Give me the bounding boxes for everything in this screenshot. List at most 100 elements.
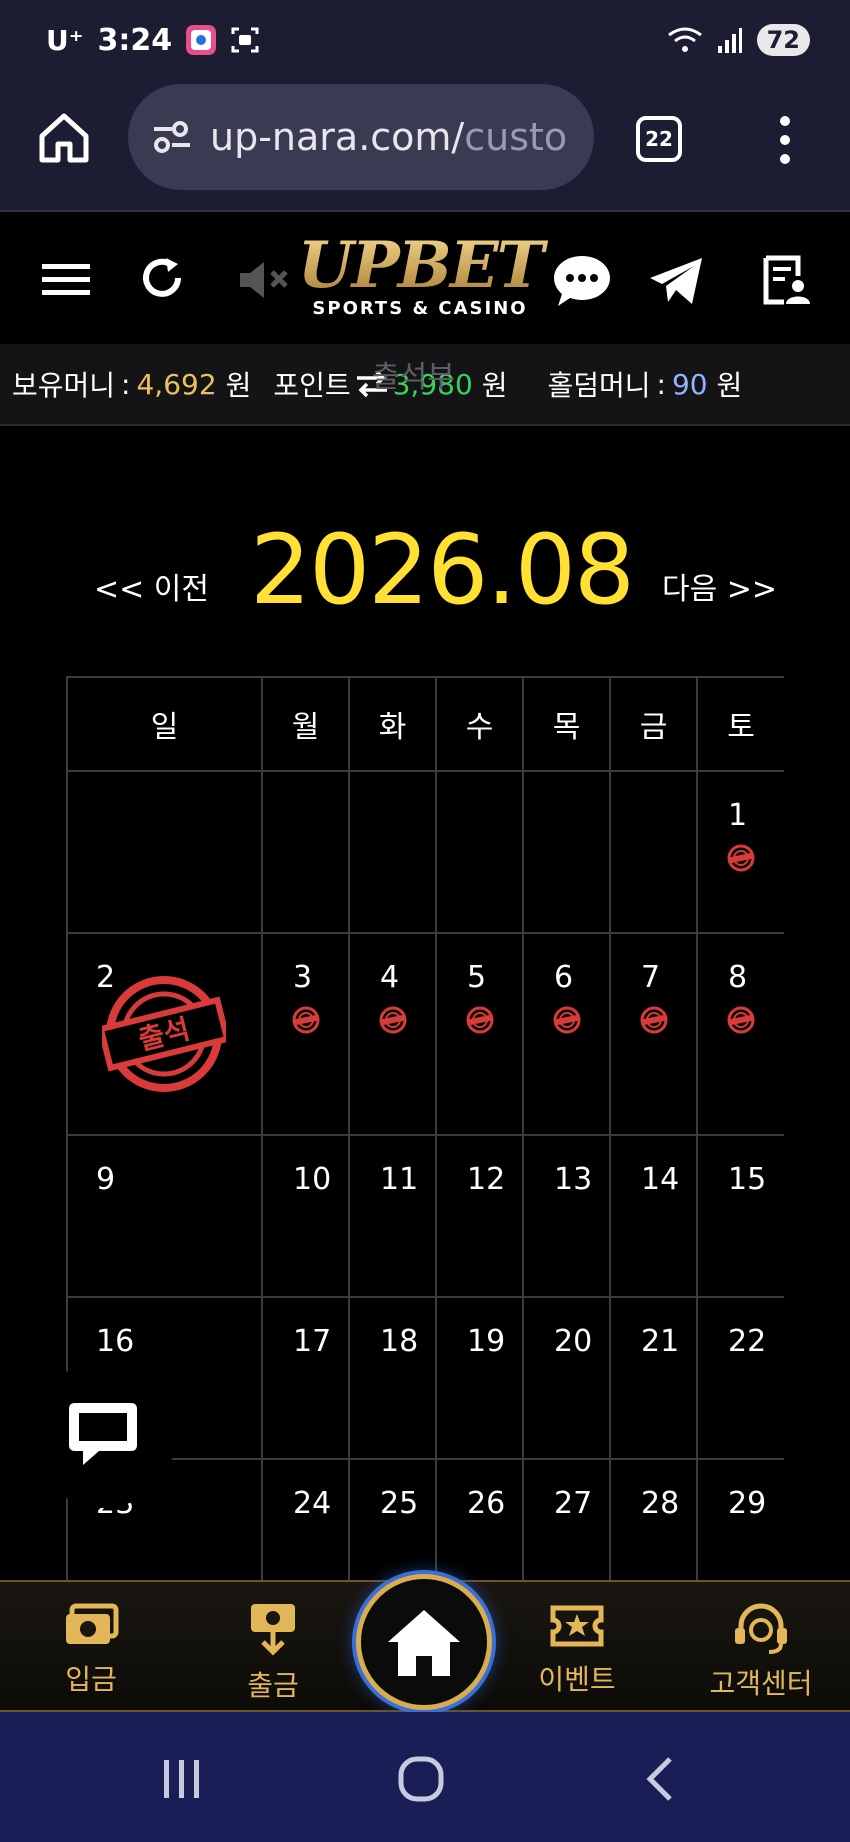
day-number: 24: [293, 1486, 332, 1521]
balance-bar: 출석부 보유머니: 4,692 원 포인트 3,980 원 홀덤머니: 90 원: [0, 344, 850, 426]
day-cell-empty: [66, 770, 263, 934]
recent-apps-icon[interactable]: [160, 1758, 204, 1800]
day-cell[interactable]: 14: [609, 1134, 698, 1298]
day-cell[interactable]: 4: [348, 932, 437, 1136]
back-icon[interactable]: [644, 1756, 674, 1802]
balance-value: 4,692: [136, 367, 217, 401]
nav-support[interactable]: 고객센터: [686, 1602, 836, 1702]
day-cell-empty: [348, 770, 437, 934]
day-cell[interactable]: 27: [522, 1458, 611, 1580]
day-cell[interactable]: 15: [696, 1134, 784, 1298]
day-cell[interactable]: 28: [609, 1458, 698, 1580]
point-unit: 원: [481, 369, 508, 402]
nav-event[interactable]: 이벤트: [502, 1602, 652, 1698]
deposit-icon: [66, 1603, 119, 1644]
day-cell[interactable]: 1: [696, 770, 784, 934]
page-title-ghost: 출석부: [372, 360, 455, 395]
chat-icon: [69, 1403, 137, 1465]
day-cell[interactable]: 25: [348, 1458, 437, 1580]
attendance-stamp-icon: [727, 1006, 755, 1034]
day-cell[interactable]: 20: [522, 1296, 611, 1460]
day-cell-empty: [522, 770, 611, 934]
bottom-navigation: 입금 출금 이벤트 고객센터: [0, 1574, 850, 1712]
day-cell[interactable]: 22: [696, 1296, 784, 1460]
day-number: 12: [467, 1162, 506, 1197]
day-number: 19: [467, 1324, 506, 1359]
site-settings-icon[interactable]: [152, 120, 192, 154]
weekday-sat: 토: [696, 676, 784, 772]
prev-month-link[interactable]: << 이전: [94, 564, 209, 608]
point-label: 포인트: [273, 369, 351, 402]
logo-wordmark: UPBET: [280, 232, 560, 300]
carrier-label: U⁺: [46, 23, 84, 57]
day-cell-attended[interactable]: 2 출석: [66, 932, 263, 1136]
day-cell[interactable]: 10: [261, 1134, 350, 1298]
day-cell[interactable]: 6: [522, 932, 611, 1136]
site-logo[interactable]: UPBET SPORTS & CASINO: [280, 232, 560, 320]
day-cell[interactable]: 12: [435, 1134, 524, 1298]
day-cell[interactable]: 26: [435, 1458, 524, 1580]
calendar-week: 23 24 25 26 27 28 29: [66, 1458, 784, 1580]
weekday-fri: 금: [609, 676, 698, 772]
day-cell[interactable]: 18: [348, 1296, 437, 1460]
day-cell[interactable]: 7: [609, 932, 698, 1136]
attendance-stamp-icon: [292, 1006, 320, 1034]
refresh-icon[interactable]: [140, 256, 186, 302]
floating-chat-button[interactable]: [30, 1362, 176, 1508]
day-number: 5: [467, 960, 487, 995]
day-cell[interactable]: 5: [435, 932, 524, 1136]
day-number: 9: [96, 1162, 116, 1197]
day-number: 15: [728, 1162, 767, 1197]
day-number: 17: [293, 1324, 332, 1359]
more-options-icon[interactable]: [770, 114, 800, 166]
day-cell[interactable]: 8: [696, 932, 784, 1136]
day-cell[interactable]: 13: [522, 1134, 611, 1298]
day-number: 3: [293, 960, 313, 995]
day-number: 25: [380, 1486, 419, 1521]
attendance-check-stamp: 출석: [102, 976, 226, 1092]
screenshot-icon: [231, 27, 259, 53]
hamburger-menu-icon[interactable]: [42, 262, 90, 298]
nav-deposit[interactable]: 입금: [16, 1602, 166, 1698]
day-cell[interactable]: 11: [348, 1134, 437, 1298]
day-cell[interactable]: 24: [261, 1458, 350, 1580]
day-number: 6: [554, 960, 574, 995]
home-circle-icon[interactable]: [398, 1756, 444, 1802]
day-number: 21: [641, 1324, 680, 1359]
chat-bubble-icon[interactable]: [552, 252, 612, 308]
day-number: 29: [728, 1486, 767, 1521]
day-number: 13: [554, 1162, 593, 1197]
weekday-thu: 목: [522, 676, 611, 772]
day-cell[interactable]: 29: [696, 1458, 784, 1580]
nav-withdraw[interactable]: 출금: [198, 1602, 348, 1704]
nav-event-label: 이벤트: [538, 1663, 616, 1696]
day-number: 1: [728, 798, 748, 833]
day-cell[interactable]: 9: [66, 1134, 263, 1298]
day-cell[interactable]: 21: [609, 1296, 698, 1460]
status-bar: U⁺ 3:24 72: [0, 0, 850, 80]
day-number: 4: [380, 960, 400, 995]
nav-home-button[interactable]: [356, 1574, 492, 1710]
day-number: 26: [467, 1486, 506, 1521]
day-number: 11: [380, 1162, 419, 1197]
attendance-stamp-icon: [640, 1006, 668, 1034]
balance-label: 보유머니: [12, 369, 116, 402]
url-text: up-nara.com/custo: [210, 115, 567, 159]
calendar-week: 2 출석 3 4 5 6 7 8: [66, 932, 784, 1136]
day-cell-empty: [609, 770, 698, 934]
day-cell[interactable]: 19: [435, 1296, 524, 1460]
tab-count-button[interactable]: 22: [636, 116, 682, 162]
attendance-stamp-icon: [553, 1006, 581, 1034]
day-number: 7: [641, 960, 661, 995]
clock: 3:24: [97, 22, 173, 58]
url-path: custo: [464, 115, 568, 159]
profile-card-icon[interactable]: [760, 254, 810, 306]
telegram-icon[interactable]: [648, 256, 704, 306]
address-bar[interactable]: up-nara.com/custo: [128, 84, 594, 190]
nav-withdraw-label: 출금: [247, 1669, 299, 1702]
day-cell[interactable]: 3: [261, 932, 350, 1136]
app-notification-icon: [186, 25, 217, 55]
next-month-link[interactable]: 다음 >>: [662, 564, 777, 608]
home-icon[interactable]: [36, 110, 92, 166]
day-cell[interactable]: 17: [261, 1296, 350, 1460]
